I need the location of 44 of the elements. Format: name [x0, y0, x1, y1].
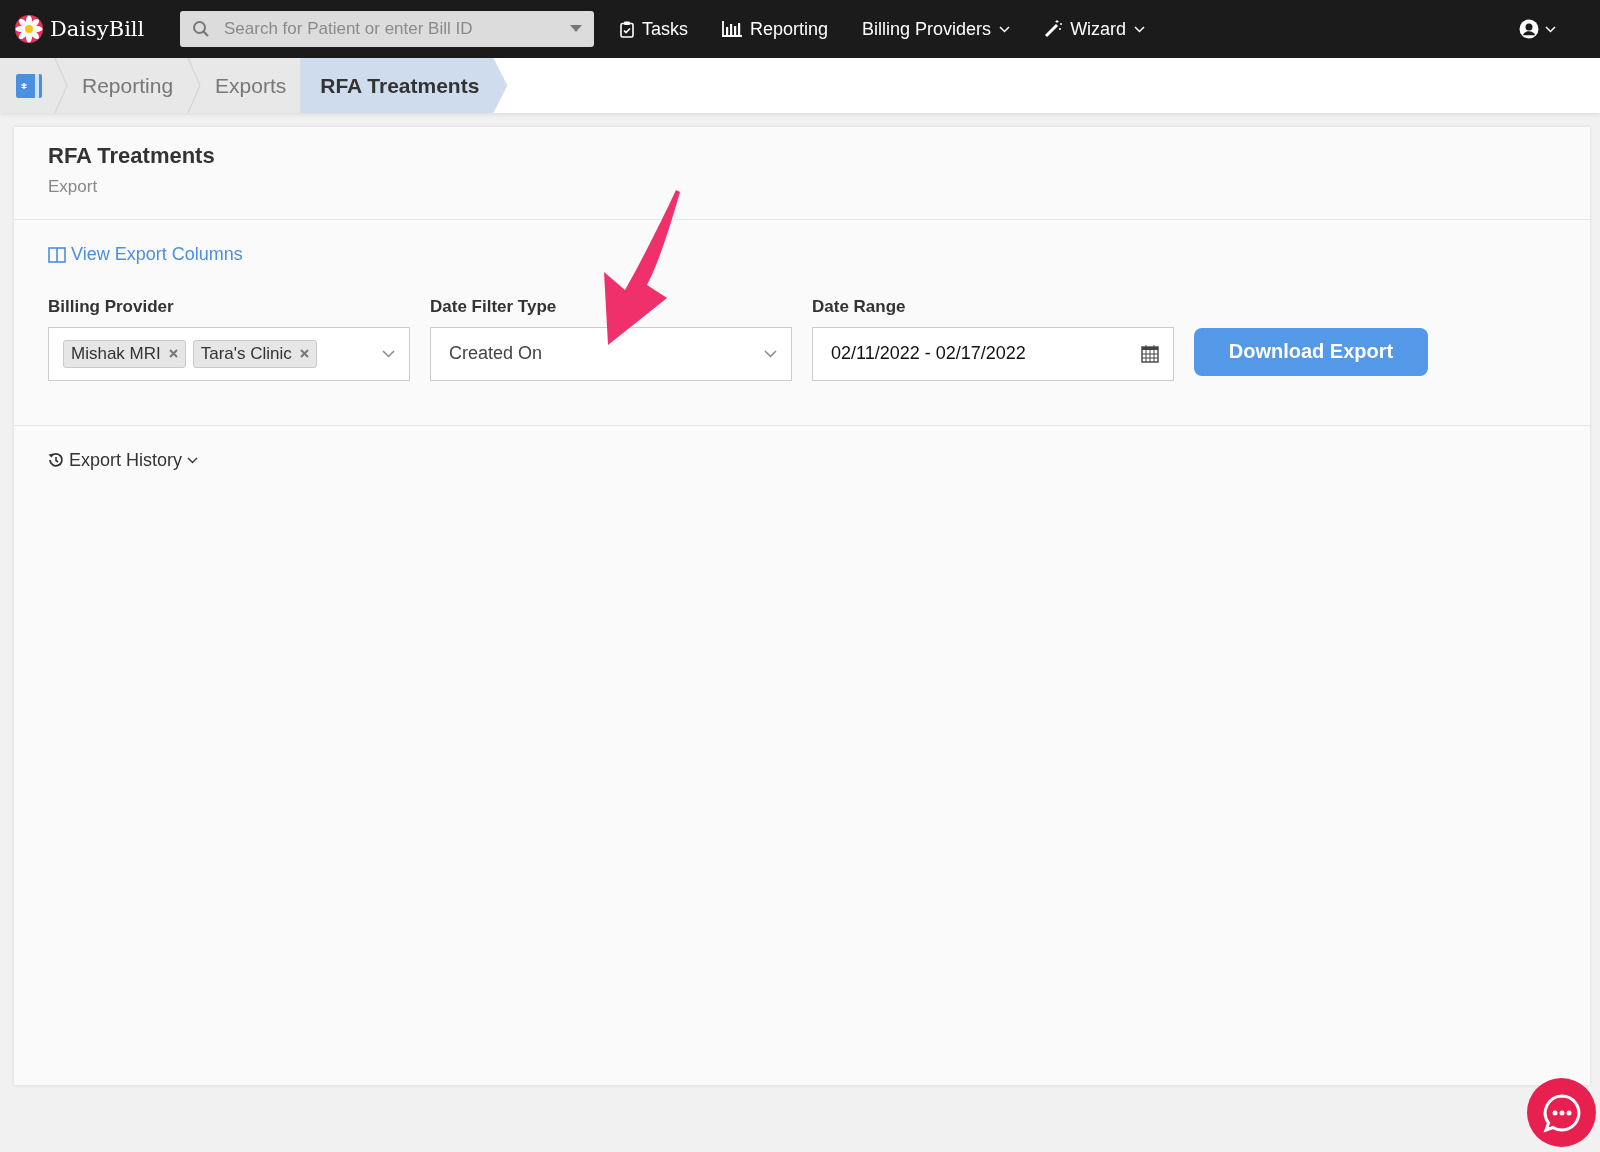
search-icon [192, 20, 210, 38]
export-history-toggle[interactable]: Export History [48, 449, 199, 471]
user-avatar-icon [1519, 19, 1539, 39]
search-bar[interactable]: Search for Patient or enter Bill ID [180, 11, 594, 47]
search-field[interactable]: Search for Patient or enter Bill ID [222, 18, 558, 40]
billing-provider-select[interactable]: Mishak MRI Tara's Clinic [48, 326, 410, 381]
date-range-field[interactable]: 02/11/2022 - 02/17/2022 [812, 326, 1174, 381]
remove-icon[interactable] [168, 349, 178, 358]
field-label: Date Filter Type [430, 296, 558, 317]
chat-bubble-icon [1541, 1092, 1582, 1133]
breadcrumb[interactable]: Reporting [68, 58, 188, 113]
nav-link[interactable]: Wizard [1044, 18, 1146, 40]
nav-link[interactable]: Tasks [620, 18, 688, 40]
provider-tag: Mishak MRI [63, 339, 186, 368]
daisy-logo-icon [14, 14, 44, 44]
field-label: Billing Provider [48, 296, 175, 317]
breadcrumb[interactable]: Exports [201, 58, 301, 113]
provider-tag: Tara's Clinic [192, 339, 317, 368]
page-subtitle: Export [48, 177, 99, 197]
page-title: RFA Treatments [48, 143, 216, 169]
user-menu[interactable] [1519, 19, 1556, 39]
chevron-down-icon [764, 349, 777, 358]
clipboard-check-icon [620, 20, 634, 38]
columns-icon [48, 246, 66, 263]
calendar-icon[interactable] [1141, 344, 1159, 363]
bar-chart-icon [722, 21, 742, 37]
breadcrumb-separator-icon [54, 58, 68, 113]
breadcrumb-separator-icon [187, 58, 202, 113]
magic-wand-icon [1044, 20, 1063, 38]
chevron-down-icon [382, 349, 395, 358]
nav-link[interactable]: Reporting [722, 18, 829, 40]
brand-name[interactable]: DaisyBill [50, 17, 145, 41]
field-label: Date Range [812, 296, 907, 317]
chevron-down-icon [1134, 25, 1146, 33]
remove-icon[interactable] [299, 349, 309, 358]
chevron-down-icon [999, 25, 1011, 33]
chevron-down-icon [187, 456, 199, 464]
nav-link[interactable]: Billing Providers [862, 18, 1011, 40]
dropdown-caret-icon [570, 25, 582, 33]
breadcrumb[interactable]: RFA Treatments [300, 58, 508, 113]
medical-card-icon [16, 72, 42, 99]
history-icon [48, 452, 64, 468]
date-filter-type-select[interactable]: Created On [430, 326, 792, 381]
chevron-down-icon [1545, 25, 1556, 33]
